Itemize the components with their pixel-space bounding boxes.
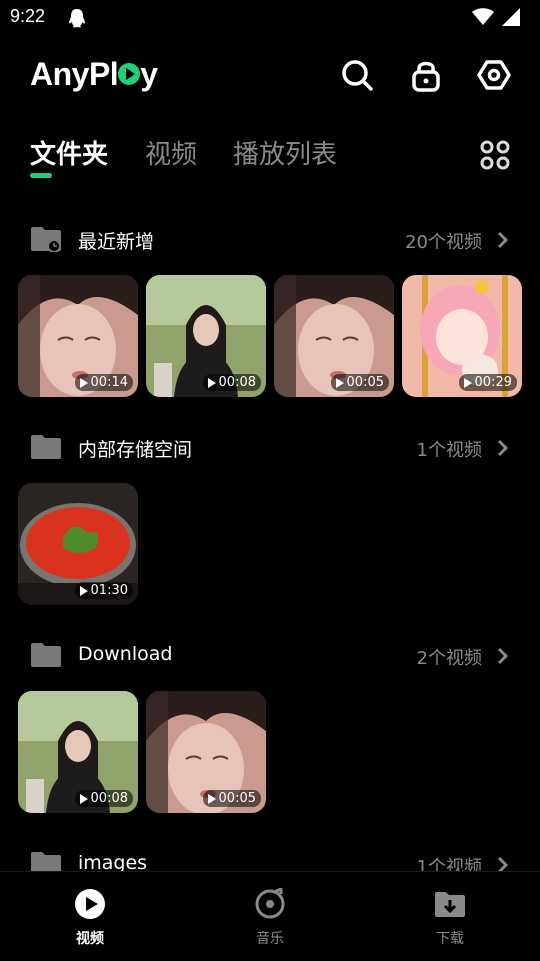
- nav-music[interactable]: 音乐: [180, 872, 360, 961]
- search-icon[interactable]: [340, 58, 374, 92]
- folder-title: 最近新增: [78, 231, 155, 253]
- folder-icon: [31, 435, 61, 459]
- bottom-navigation: 视频 音乐 下载: [0, 871, 540, 961]
- tab-folders[interactable]: 文件夹: [30, 134, 108, 171]
- play-small-icon: [79, 377, 88, 388]
- video-thumbnail[interactable]: 00:05: [274, 275, 394, 397]
- folder-row-internal-storage[interactable]: 内部存储空间 1个视频: [0, 428, 540, 468]
- tab-active-indicator: [30, 173, 52, 178]
- nav-downloads[interactable]: 下载: [360, 872, 540, 961]
- duration-badge: 01:30: [74, 582, 133, 599]
- tab-playlists[interactable]: 播放列表: [233, 134, 337, 171]
- grid-view-icon[interactable]: [480, 140, 510, 170]
- download-folder-icon: [435, 892, 465, 917]
- folder-count: 2个视频: [416, 648, 482, 669]
- lock-icon[interactable]: [409, 58, 443, 92]
- duration-badge: 00:14: [74, 374, 133, 391]
- qq-notification-icon: [69, 9, 85, 28]
- duration-badge: 00:08: [74, 790, 133, 807]
- folder-icon: [31, 643, 61, 667]
- chevron-right-icon: [497, 647, 509, 665]
- play-small-icon: [463, 377, 472, 388]
- folder-count: 1个视频: [416, 440, 482, 461]
- play-small-icon: [207, 377, 216, 388]
- wifi-icon: [472, 8, 494, 25]
- app-bar: AnyPl y: [0, 52, 540, 100]
- signal-icon: [502, 8, 520, 26]
- status-bar: 9:22: [0, 0, 540, 36]
- folder-count: 20个视频: [405, 232, 482, 253]
- play-small-icon: [79, 793, 88, 804]
- duration-badge: 00:08: [202, 374, 261, 391]
- play-circle-icon: [75, 889, 105, 919]
- play-small-icon: [207, 793, 216, 804]
- music-disc-icon: [255, 888, 285, 919]
- video-thumbnail[interactable]: 00:14: [18, 275, 138, 397]
- tab-videos[interactable]: 视频: [145, 134, 197, 171]
- play-small-icon: [335, 377, 344, 388]
- duration-badge: 00:05: [330, 374, 389, 391]
- chevron-right-icon: [497, 439, 509, 457]
- chevron-right-icon: [497, 231, 509, 249]
- video-thumbnail[interactable]: 00:29: [402, 275, 522, 397]
- app-logo: AnyPl y: [30, 56, 158, 92]
- duration-badge: 00:29: [458, 374, 517, 391]
- folder-title: 内部存储空间: [78, 439, 193, 461]
- logo-play-icon: [118, 62, 141, 85]
- folder-row-recent[interactable]: 最近新增 20个视频: [0, 220, 540, 260]
- nav-videos[interactable]: 视频: [0, 872, 180, 961]
- video-thumbnail[interactable]: 00:08: [18, 691, 138, 813]
- status-time: 9:22: [10, 6, 46, 26]
- folder-title: Download: [78, 643, 173, 665]
- video-thumbnail[interactable]: 00:05: [146, 691, 266, 813]
- duration-badge: 00:05: [202, 790, 261, 807]
- settings-hexagon-icon[interactable]: [477, 58, 511, 92]
- folder-row-download[interactable]: Download 2个视频: [0, 636, 540, 676]
- video-thumbnail[interactable]: 01:30: [18, 483, 138, 605]
- tab-bar: 文件夹 视频 播放列表: [0, 134, 540, 184]
- video-thumbnail[interactable]: 00:08: [146, 275, 266, 397]
- folder-clock-icon: [31, 227, 61, 252]
- play-small-icon: [79, 585, 88, 596]
